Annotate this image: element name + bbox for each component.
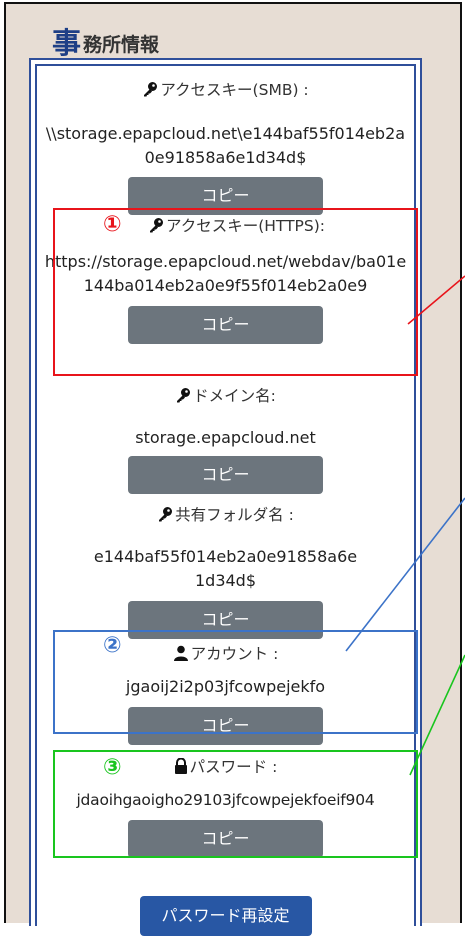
shared-folder-section: 共有フォルダ名 : e144baf55f014eb2a0e91858a6e1d3… xyxy=(31,505,420,639)
reset-password-section: パスワード再設定 xyxy=(31,896,420,936)
shared-folder-label: 共有フォルダ名 : xyxy=(175,506,294,524)
page-title: 事 務所情報 xyxy=(52,18,159,58)
access-key-smb-label: アクセスキー(SMB) : xyxy=(160,81,309,99)
access-key-smb-value: \\storage.epapcloud.net\e144baf55f014eb2… xyxy=(45,124,406,167)
key-icon xyxy=(175,387,191,408)
annotation-number-3: ③ xyxy=(103,755,122,780)
key-icon xyxy=(142,81,158,102)
reset-password-button[interactable]: パスワード再設定 xyxy=(139,896,312,936)
domain-label: ドメイン名: xyxy=(193,387,276,405)
domain-section: ドメイン名: storage.epapcloud.net コピー xyxy=(31,386,420,494)
domain-value: storage.epapcloud.net xyxy=(135,428,316,447)
page-title-initial: 事 xyxy=(52,26,82,60)
page-title-text: 務所情報 xyxy=(83,34,160,57)
shared-folder-value: e144baf55f014eb2a0e91858a6e1d34d$ xyxy=(93,547,358,590)
access-key-smb-section: アクセスキー(SMB) : \\storage.epapcloud.net\e1… xyxy=(31,80,420,215)
annotation-number-2: ② xyxy=(103,633,122,658)
key-icon xyxy=(157,506,173,527)
copy-domain-button[interactable]: コピー xyxy=(128,456,323,494)
annotation-number-1: ① xyxy=(103,212,122,237)
